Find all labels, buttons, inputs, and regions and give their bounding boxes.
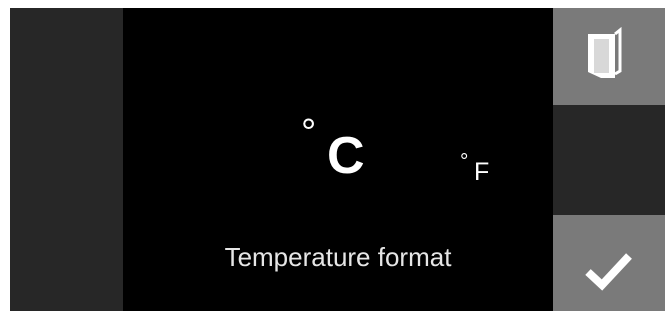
right-button-column	[553, 8, 665, 311]
device-screen: ° C ° F Temperature format	[10, 8, 665, 311]
main-panel: ° C ° F Temperature format	[123, 8, 553, 311]
empty-softkey[interactable]	[553, 105, 665, 215]
fahrenheit-letter: F	[474, 158, 490, 186]
left-panel	[10, 8, 123, 311]
screen-title: Temperature format	[224, 242, 452, 272]
fahrenheit-degree-symbol: °	[460, 150, 469, 173]
celsius-letter: C	[327, 127, 365, 185]
checkmark-icon	[585, 253, 632, 291]
confirm-button[interactable]	[553, 215, 665, 311]
celsius-degree-symbol: °	[301, 112, 317, 154]
exit-door-icon	[588, 27, 622, 78]
exit-button[interactable]	[553, 8, 665, 105]
